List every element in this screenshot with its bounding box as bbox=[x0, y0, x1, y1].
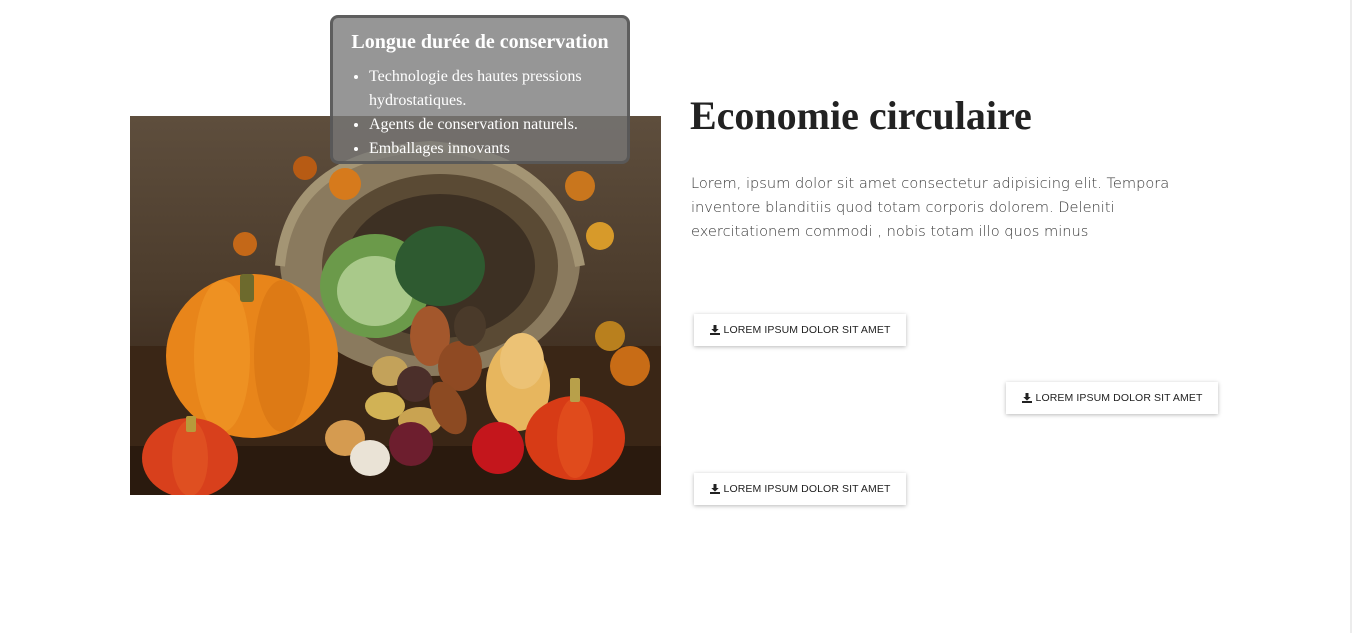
list-item: Technologie des hautes pressions hydrost… bbox=[369, 65, 627, 113]
download-button-label: LOREM IPSUM DOLOR SIT AMET bbox=[723, 483, 891, 495]
download-button-label: LOREM IPSUM DOLOR SIT AMET bbox=[1035, 392, 1203, 404]
download-button-label: LOREM IPSUM DOLOR SIT AMET bbox=[723, 324, 891, 336]
download-icon bbox=[709, 325, 720, 335]
vegetables-basket-photo bbox=[130, 116, 661, 495]
download-icon bbox=[1021, 393, 1032, 403]
page: Longue durée de conservation Technologie… bbox=[0, 0, 1352, 633]
tooltip-title: Longue durée de conservation bbox=[351, 31, 609, 53]
section-description: Lorem, ipsum dolor sit amet consectetur … bbox=[691, 175, 1170, 240]
tooltip-list: Technologie des hautes pressions hydrost… bbox=[333, 65, 627, 161]
section-heading: Economie circulaire bbox=[690, 93, 1032, 138]
list-item: Emballages innovants bbox=[369, 137, 627, 161]
download-button[interactable]: LOREM IPSUM DOLOR SIT AMET bbox=[1006, 382, 1218, 414]
download-icon bbox=[709, 484, 720, 494]
download-button[interactable]: LOREM IPSUM DOLOR SIT AMET bbox=[694, 314, 906, 346]
list-item: Agents de conservation naturels. bbox=[369, 113, 627, 137]
download-button[interactable]: LOREM IPSUM DOLOR SIT AMET bbox=[694, 473, 906, 505]
conservation-tooltip: Longue durée de conservation Technologie… bbox=[330, 15, 630, 164]
